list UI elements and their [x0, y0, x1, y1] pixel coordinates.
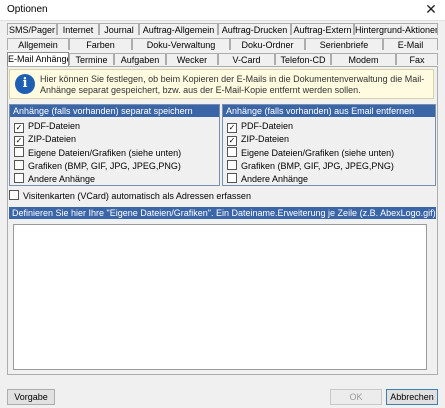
- checkbox-label: PDF-Dateien: [241, 121, 294, 131]
- checkbox-box[interactable]: [227, 173, 237, 183]
- checkbox-box[interactable]: ✓: [14, 123, 24, 133]
- tab-doku-verwaltung[interactable]: Doku-Verwaltung: [132, 38, 230, 50]
- tab-auftrag-drucken[interactable]: Auftrag-Drucken: [218, 23, 291, 35]
- vorgabe-button[interactable]: Vorgabe: [7, 389, 55, 405]
- checkbox-box[interactable]: [14, 160, 24, 170]
- checkbox-box[interactable]: [14, 147, 24, 157]
- save-other-checkbox[interactable]: Andere Anhänge: [14, 173, 95, 184]
- remove-other-checkbox[interactable]: Andere Anhänge: [227, 173, 308, 184]
- checkbox-label: Andere Anhänge: [28, 174, 96, 184]
- checkbox-label: Grafiken (BMP, GIF, JPG, JPEG,PNG): [28, 161, 181, 171]
- definitions-header: Definieren Sie hier Ihre "Eigene Dateien…: [9, 207, 436, 219]
- tab-row-3: E-Mail Anhänge Termine Aufgaben Wecker V…: [7, 52, 438, 66]
- tab-auftrag-extern[interactable]: Auftrag-Extern: [291, 23, 354, 35]
- checkbox-label: PDF-Dateien: [28, 121, 81, 131]
- info-text: Hier können Sie festlegen, ob beim Kopie…: [40, 74, 425, 95]
- checkbox-label: Andere Anhänge: [241, 174, 309, 184]
- tab-internet[interactable]: Internet: [57, 23, 99, 35]
- checkbox-box[interactable]: [9, 190, 19, 200]
- info-box: i Hier können Sie festlegen, ob beim Kop…: [9, 69, 434, 99]
- tab-e-mail[interactable]: E-Mail: [383, 38, 438, 50]
- checkbox-box[interactable]: [14, 173, 24, 183]
- tab-modem[interactable]: Modem: [331, 53, 396, 65]
- checkbox-label: ZIP-Dateien: [241, 134, 290, 144]
- vcard-label: Visitenkarten (VCard) automatisch als Ad…: [23, 191, 251, 201]
- tab-hintergrund-aktionen[interactable]: Hintergrund-Aktionen: [354, 23, 438, 35]
- checkbox-box[interactable]: ✓: [14, 136, 24, 146]
- tab-wecker[interactable]: Wecker: [166, 53, 218, 65]
- tab-sms-pager[interactable]: SMS/Pager: [7, 23, 57, 35]
- tab-aufgaben[interactable]: Aufgaben: [114, 53, 166, 65]
- tab-fax[interactable]: Fax: [396, 53, 438, 65]
- checkbox-label: Eigene Dateien/Grafiken (siehe unten): [28, 148, 182, 158]
- remove-zip-checkbox[interactable]: ✓ ZIP-Dateien: [227, 134, 290, 146]
- remove-pdf-checkbox[interactable]: ✓ PDF-Dateien: [227, 121, 294, 133]
- save-attachments-group: Anhänge (falls vorhanden) separat speich…: [9, 104, 220, 186]
- checkbox-box[interactable]: [227, 160, 237, 170]
- window-title: Optionen: [7, 4, 48, 15]
- title-bar: Optionen ✕: [0, 0, 445, 21]
- tab-row-2: Allgemein Farben Doku-Verwaltung Doku-Or…: [7, 38, 438, 51]
- save-own-files-checkbox[interactable]: Eigene Dateien/Grafiken (siehe unten): [14, 147, 181, 158]
- ok-button[interactable]: OK: [330, 389, 382, 405]
- checkbox-label: ZIP-Dateien: [28, 134, 77, 144]
- remove-graphics-checkbox[interactable]: Grafiken (BMP, GIF, JPG, JPEG,PNG): [227, 160, 394, 171]
- tab-v-card[interactable]: V-Card: [218, 53, 275, 65]
- checkbox-box[interactable]: ✓: [227, 123, 237, 133]
- tab-allgemein[interactable]: Allgemein: [7, 38, 69, 50]
- save-attachments-title: Anhänge (falls vorhanden) separat speich…: [10, 105, 219, 117]
- remove-own-files-checkbox[interactable]: Eigene Dateien/Grafiken (siehe unten): [227, 147, 394, 158]
- save-pdf-checkbox[interactable]: ✓ PDF-Dateien: [14, 121, 81, 133]
- tab-termine[interactable]: Termine: [69, 53, 114, 65]
- remove-attachments-group: Anhänge (falls vorhanden) aus Email entf…: [222, 104, 436, 186]
- definitions-textarea[interactable]: [13, 224, 427, 370]
- close-icon[interactable]: ✕: [423, 1, 439, 17]
- tab-e-mail-anhaenge[interactable]: E-Mail Anhänge: [7, 52, 69, 66]
- vcard-checkbox[interactable]: Visitenkarten (VCard) automatisch als Ad…: [9, 190, 251, 201]
- tab-serienbriefe[interactable]: Serienbriefe: [305, 38, 383, 50]
- remove-attachments-title: Anhänge (falls vorhanden) aus Email entf…: [223, 105, 435, 117]
- save-zip-checkbox[interactable]: ✓ ZIP-Dateien: [14, 134, 77, 146]
- tab-farben[interactable]: Farben: [69, 38, 132, 50]
- tab-doku-ordner[interactable]: Doku-Ordner: [230, 38, 305, 50]
- tab-journal[interactable]: Journal: [99, 23, 139, 35]
- save-graphics-checkbox[interactable]: Grafiken (BMP, GIF, JPG, JPEG,PNG): [14, 160, 181, 171]
- tab-telefon-cd[interactable]: Telefon-CD: [275, 53, 331, 65]
- tab-row-1: SMS/Pager Internet Journal Auftrag-Allge…: [7, 23, 438, 36]
- abbrechen-button[interactable]: Abbrechen: [386, 389, 438, 405]
- checkbox-label: Grafiken (BMP, GIF, JPG, JPEG,PNG): [241, 161, 394, 171]
- checkbox-label: Eigene Dateien/Grafiken (siehe unten): [241, 148, 395, 158]
- info-icon: i: [15, 74, 35, 94]
- checkbox-box[interactable]: ✓: [227, 136, 237, 146]
- checkbox-box[interactable]: [227, 147, 237, 157]
- tab-auftrag-allgemein[interactable]: Auftrag-Allgemein: [139, 23, 218, 35]
